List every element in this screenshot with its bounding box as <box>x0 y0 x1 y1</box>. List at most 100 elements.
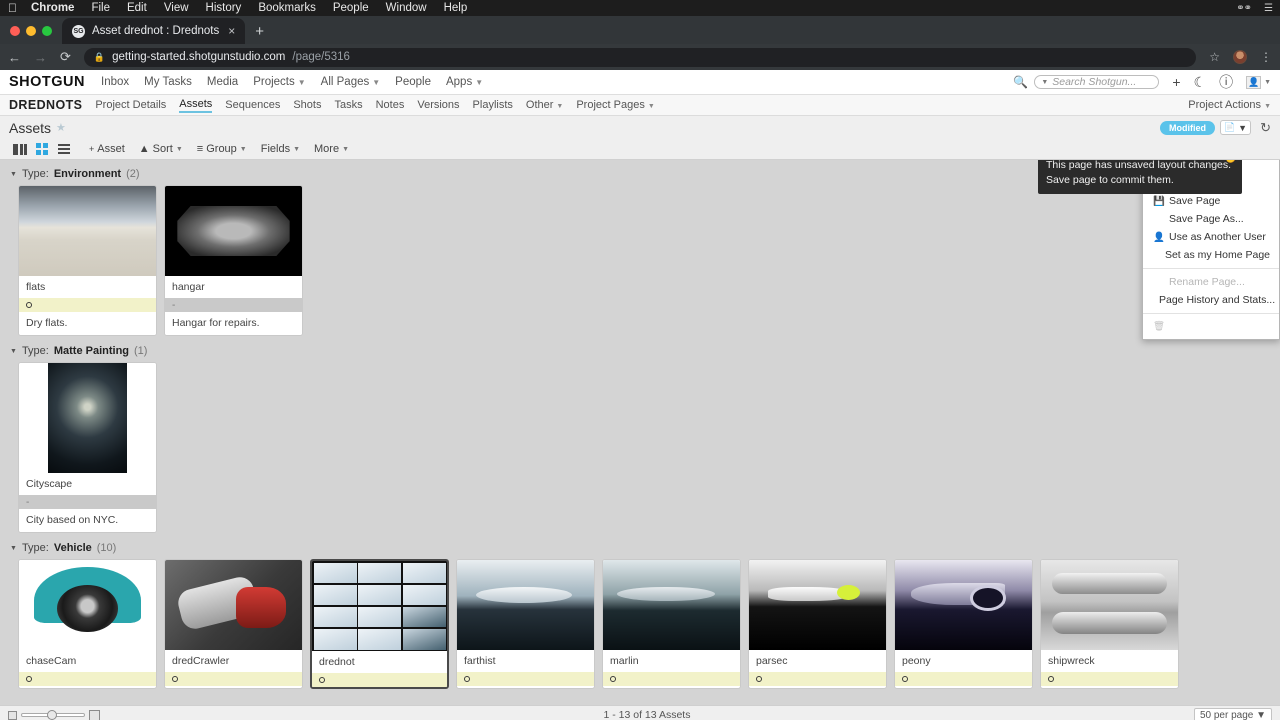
reload-icon[interactable]: ⟳ <box>60 49 71 65</box>
global-nav-apps[interactable]: Apps▼ <box>446 76 483 88</box>
menu-item-use-as-another-user[interactable]: 👤Use as Another User <box>1143 228 1279 246</box>
maximize-window-button[interactable] <box>42 26 52 36</box>
fields-button[interactable]: Fields▼ <box>261 143 300 155</box>
asset-card-flats[interactable]: flats Dry flats. <box>18 185 157 336</box>
project-tab-assets[interactable]: Assets <box>179 98 212 113</box>
sort-button[interactable]: ▲Sort▼ <box>139 143 183 155</box>
star-icon[interactable]: ★ <box>56 121 66 134</box>
new-tab-button[interactable]: + <box>245 23 274 44</box>
chrome-menu-icon[interactable]: ⋮ <box>1260 50 1272 64</box>
menu-item-save-page[interactable]: 💾Save Page <box>1143 192 1279 210</box>
apple-icon[interactable]:  <box>8 1 17 15</box>
project-actions-button[interactable]: Project Actions▼ <box>1188 99 1271 112</box>
asset-status[interactable] <box>19 298 156 312</box>
asset-status[interactable] <box>1041 672 1178 686</box>
thumbnail-size-slider[interactable] <box>8 710 100 720</box>
project-tab-tasks[interactable]: Tasks <box>334 99 362 112</box>
project-tab-other[interactable]: Other▼ <box>526 99 563 112</box>
thumbnail-view-button[interactable] <box>31 143 53 155</box>
asset-status[interactable] <box>312 673 447 687</box>
profile-avatar[interactable] <box>1233 50 1247 64</box>
asset-thumbnail[interactable] <box>1041 560 1178 650</box>
menu-item-bookmarks[interactable]: Bookmarks <box>258 2 316 14</box>
glasses-icon[interactable]: ⚭⚭ <box>1236 3 1251 14</box>
collapse-triangle-icon[interactable]: ▼ <box>10 171 17 178</box>
close-window-button[interactable] <box>10 26 20 36</box>
asset-thumbnail[interactable] <box>895 560 1032 650</box>
group-header-vehicle[interactable]: ▼ Type: Vehicle (10) <box>0 542 1280 559</box>
asset-card-peony[interactable]: peony <box>894 559 1033 689</box>
asset-thumbnail[interactable] <box>312 561 447 651</box>
column-view-button[interactable] <box>9 144 31 155</box>
list-view-button[interactable] <box>53 144 75 154</box>
close-tab-icon[interactable]: × <box>226 24 237 38</box>
menu-item-save-page-as[interactable]: Save Page As... <box>1143 210 1279 228</box>
group-button[interactable]: ≡Group▼ <box>197 143 247 155</box>
asset-card-cityscape[interactable]: Cityscape - City based on NYC. <box>18 362 157 533</box>
asset-status[interactable] <box>19 672 156 686</box>
more-button[interactable]: More▼ <box>314 143 349 155</box>
slider-track[interactable] <box>21 713 85 717</box>
group-header-matte-painting[interactable]: ▼ Type: Matte Painting (1) <box>0 345 1280 362</box>
menu-item-set-home-page[interactable]: Set as my Home Page <box>1143 246 1279 264</box>
collapse-triangle-icon[interactable]: ▼ <box>10 348 17 355</box>
asset-card-chasecam[interactable]: chaseCam <box>18 559 157 689</box>
global-nav-all-pages[interactable]: All Pages▼ <box>321 76 381 88</box>
help-icon[interactable]: ⓘ <box>1219 72 1233 92</box>
add-asset-button[interactable]: +Asset <box>89 143 125 155</box>
asset-thumbnail[interactable] <box>165 186 302 276</box>
project-tab-notes[interactable]: Notes <box>376 99 405 112</box>
shotgun-logo[interactable]: SHOTGUN <box>9 74 85 90</box>
global-search[interactable]: 🔍 ▼ Search Shotgun... <box>1013 75 1159 89</box>
global-nav-my-tasks[interactable]: My Tasks <box>144 76 192 88</box>
asset-status[interactable] <box>749 672 886 686</box>
asset-card-farthist[interactable]: farthist <box>456 559 595 689</box>
back-arrow-icon[interactable]: ← <box>8 50 21 65</box>
chevron-down-icon[interactable]: ▼ <box>1264 79 1271 86</box>
asset-thumbnail[interactable] <box>603 560 740 650</box>
browser-tab[interactable]: SG Asset drednot : Drednots × <box>62 18 245 44</box>
search-input[interactable]: ▼ Search Shotgun... <box>1034 75 1159 89</box>
global-nav-projects[interactable]: Projects▼ <box>253 76 305 88</box>
asset-status[interactable] <box>895 672 1032 686</box>
project-tab-playlists[interactable]: Playlists <box>473 99 513 112</box>
collapse-triangle-icon[interactable]: ▼ <box>10 545 17 552</box>
project-tab-project-pages[interactable]: Project Pages▼ <box>576 99 654 112</box>
asset-card-hangar[interactable]: hangar - Hangar for repairs. <box>164 185 303 336</box>
asset-thumbnail[interactable] <box>19 560 156 650</box>
asset-thumbnail[interactable] <box>457 560 594 650</box>
asset-status[interactable] <box>165 672 302 686</box>
bookmark-star-icon[interactable]: ☆ <box>1209 50 1220 64</box>
asset-status[interactable] <box>457 672 594 686</box>
global-nav-media[interactable]: Media <box>207 76 238 88</box>
asset-thumbnail[interactable] <box>19 186 156 276</box>
per-page-selector[interactable]: 50 per page ▼ <box>1194 708 1272 720</box>
project-tab-sequences[interactable]: Sequences <box>225 99 280 112</box>
slider-knob[interactable] <box>47 710 57 720</box>
menu-item-edit[interactable]: Edit <box>127 2 147 14</box>
project-tab-project-details[interactable]: Project Details <box>95 99 166 112</box>
large-thumbnail-icon[interactable] <box>89 710 100 720</box>
menu-item-file[interactable]: File <box>91 2 110 14</box>
asset-card-shipwreck[interactable]: shipwreck <box>1040 559 1179 689</box>
asset-card-marlin[interactable]: marlin <box>602 559 741 689</box>
asset-card-drednot[interactable]: drednot <box>310 559 449 689</box>
minimize-window-button[interactable] <box>26 26 36 36</box>
chevron-down-icon[interactable]: ▼ <box>1041 79 1048 86</box>
small-thumbnail-icon[interactable] <box>8 711 17 720</box>
asset-thumbnail[interactable] <box>19 363 156 473</box>
asset-card-parsec[interactable]: parsec <box>748 559 887 689</box>
menu-item-people[interactable]: People <box>333 2 369 14</box>
asset-thumbnail[interactable] <box>749 560 886 650</box>
forward-arrow-icon[interactable]: → <box>34 50 47 65</box>
menu-item-chrome[interactable]: Chrome <box>31 2 74 14</box>
menu-item-history[interactable]: History <box>206 2 242 14</box>
user-avatar-icon[interactable]: 👤 <box>1246 76 1261 89</box>
page-settings-button[interactable]: 📄 ▼ <box>1220 120 1251 135</box>
asset-status[interactable]: - <box>165 298 302 312</box>
project-tab-shots[interactable]: Shots <box>293 99 321 112</box>
asset-card-dredcrawler[interactable]: dredCrawler <box>164 559 303 689</box>
menu-item-page-history[interactable]: Page History and Stats... <box>1143 291 1279 309</box>
menu-item-help[interactable]: Help <box>444 2 468 14</box>
asset-thumbnail[interactable] <box>165 560 302 650</box>
